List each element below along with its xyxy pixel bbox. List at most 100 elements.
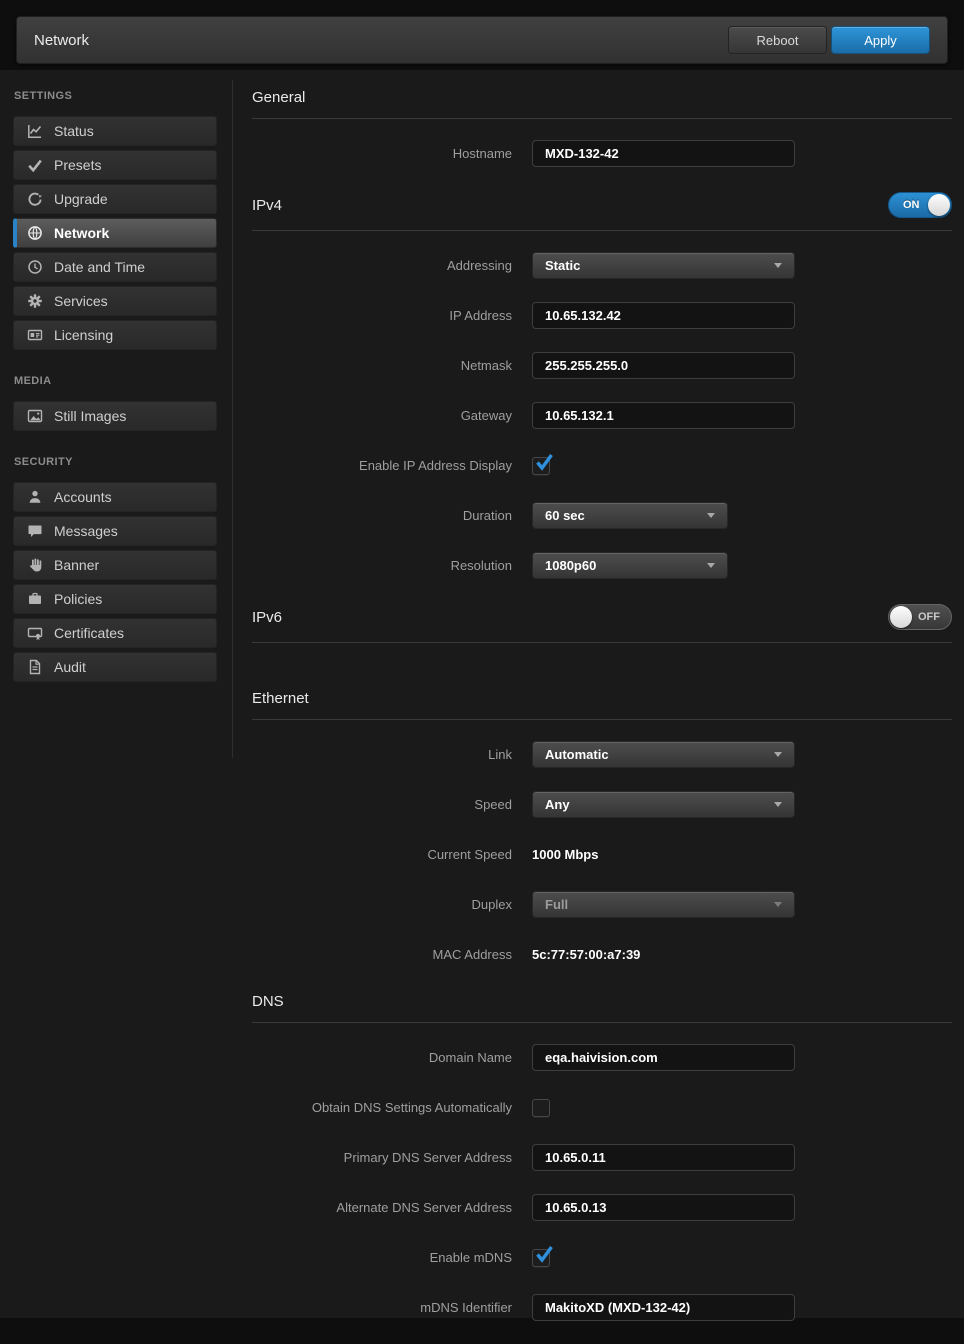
check-icon (533, 451, 555, 478)
link-row: Link Automatic (252, 741, 952, 768)
resolution-row: Resolution 1080p60 (252, 552, 952, 579)
user-icon (27, 489, 43, 505)
domain-name-label: Domain Name (252, 1050, 532, 1065)
image-icon (27, 408, 43, 424)
alternate-dns-label: Alternate DNS Server Address (252, 1200, 532, 1215)
alternate-dns-input[interactable] (532, 1194, 795, 1221)
chevron-down-icon (774, 902, 782, 907)
sidebar-item-messages[interactable]: Messages (13, 516, 217, 546)
sidebar-item-label: Date and Time (54, 259, 145, 275)
sidebar-item-label: Status (54, 123, 94, 139)
sidebar-item-licensing[interactable]: Licensing (13, 320, 217, 350)
link-dropdown[interactable]: Automatic (532, 741, 795, 768)
sidebar-item-certificates[interactable]: Certificates (13, 618, 217, 648)
gateway-input[interactable] (532, 402, 795, 429)
duration-value: 60 sec (545, 508, 707, 523)
ipv6-toggle[interactable]: OFF (888, 604, 952, 630)
enable-ip-display-label: Enable IP Address Display (252, 458, 532, 473)
section-title: DNS (252, 993, 284, 1010)
reboot-button[interactable]: Reboot (728, 26, 827, 54)
primary-dns-row: Primary DNS Server Address (252, 1144, 952, 1171)
section-header-dns: DNS (252, 991, 952, 1023)
toggle-state-label: OFF (918, 605, 940, 629)
speed-dropdown[interactable]: Any (532, 791, 795, 818)
hostname-label: Hostname (252, 146, 532, 161)
section-dns: DNS Domain Name Obtain DNS Settings Auto… (252, 991, 952, 1321)
ip-address-row: IP Address (252, 302, 952, 329)
chevron-down-icon (707, 513, 715, 518)
sidebar-group-settings: SETTINGS Status Presets Upgrade Network … (13, 90, 217, 350)
section-title: General (252, 89, 305, 106)
addressing-row: Addressing Static (252, 252, 952, 279)
sidebar-item-label: Licensing (54, 327, 113, 343)
chevron-down-icon (707, 563, 715, 568)
sidebar-item-status[interactable]: Status (13, 116, 217, 146)
sidebar-item-presets[interactable]: Presets (13, 150, 217, 180)
check-icon (533, 1243, 555, 1270)
hostname-input[interactable] (532, 140, 795, 167)
duration-dropdown[interactable]: 60 sec (532, 502, 728, 529)
sidebar-item-upgrade[interactable]: Upgrade (13, 184, 217, 214)
speech-bubble-icon (27, 523, 43, 539)
enable-mdns-label: Enable mDNS (252, 1250, 532, 1265)
sidebar-item-date-and-time[interactable]: Date and Time (13, 252, 217, 282)
enable-ip-display-checkbox[interactable] (532, 457, 550, 475)
ipv4-toggle[interactable]: ON (888, 192, 952, 218)
obtain-dns-checkbox[interactable] (532, 1099, 550, 1117)
alternate-dns-row: Alternate DNS Server Address (252, 1194, 952, 1221)
chevron-down-icon (774, 263, 782, 268)
clock-icon (27, 259, 43, 275)
hostname-row: Hostname (252, 140, 952, 167)
primary-dns-input[interactable] (532, 1144, 795, 1171)
netmask-row: Netmask (252, 352, 952, 379)
sidebar-group-security: SECURITY Accounts Messages Banner Polici… (13, 456, 217, 682)
sidebar-item-policies[interactable]: Policies (13, 584, 217, 614)
sidebar-item-audit[interactable]: Audit (13, 652, 217, 682)
sidebar-group-label: SECURITY (14, 456, 217, 468)
sidebar-item-label: Network (54, 225, 109, 241)
ip-address-input[interactable] (532, 302, 795, 329)
enable-mdns-row: Enable mDNS (252, 1244, 952, 1271)
sidebar-group-media: MEDIA Still Images (13, 375, 217, 431)
domain-name-row: Domain Name (252, 1044, 952, 1071)
speed-value: Any (545, 797, 774, 812)
license-card-icon (27, 327, 43, 343)
duplex-dropdown[interactable]: Full (532, 891, 795, 918)
sidebar-item-label: Upgrade (54, 191, 108, 207)
section-title: Ethernet (252, 690, 309, 707)
sidebar-item-accounts[interactable]: Accounts (13, 482, 217, 512)
mdns-identifier-row: mDNS Identifier (252, 1294, 952, 1321)
resolution-dropdown[interactable]: 1080p60 (532, 552, 728, 579)
sidebar-item-banner[interactable]: Banner (13, 550, 217, 580)
sidebar-item-network[interactable]: Network (13, 218, 217, 248)
gateway-row: Gateway (252, 402, 952, 429)
enable-mdns-checkbox[interactable] (532, 1249, 550, 1267)
resolution-label: Resolution (252, 558, 532, 573)
apply-button[interactable]: Apply (831, 26, 930, 54)
duration-row: Duration 60 sec (252, 502, 952, 529)
toggle-knob (890, 606, 912, 628)
sidebar-item-label: Certificates (54, 625, 124, 641)
hand-icon (27, 557, 43, 573)
mdns-identifier-input[interactable] (532, 1294, 795, 1321)
link-value: Automatic (545, 747, 774, 762)
ip-address-label: IP Address (252, 308, 532, 323)
sidebar-item-still-images[interactable]: Still Images (13, 401, 217, 431)
netmask-input[interactable] (532, 352, 795, 379)
gateway-label: Gateway (252, 408, 532, 423)
domain-name-input[interactable] (532, 1044, 795, 1071)
line-chart-icon (27, 123, 43, 139)
section-ethernet: Ethernet Link Automatic Speed Any Curren… (252, 664, 952, 968)
mac-address-row: MAC Address 5c:77:57:00:a7:39 (252, 941, 952, 968)
obtain-dns-row: Obtain DNS Settings Automatically (252, 1094, 952, 1121)
chevron-down-icon (774, 752, 782, 757)
netmask-label: Netmask (252, 358, 532, 373)
sidebar-item-label: Services (54, 293, 108, 309)
checkmark-icon (27, 157, 43, 173)
sidebar-group-label: MEDIA (14, 375, 217, 387)
sidebar-item-label: Messages (54, 523, 118, 539)
addressing-dropdown[interactable]: Static (532, 252, 795, 279)
sidebar-item-label: Audit (54, 659, 86, 675)
mac-address-value: 5c:77:57:00:a7:39 (532, 947, 640, 962)
sidebar-item-services[interactable]: Services (13, 286, 217, 316)
